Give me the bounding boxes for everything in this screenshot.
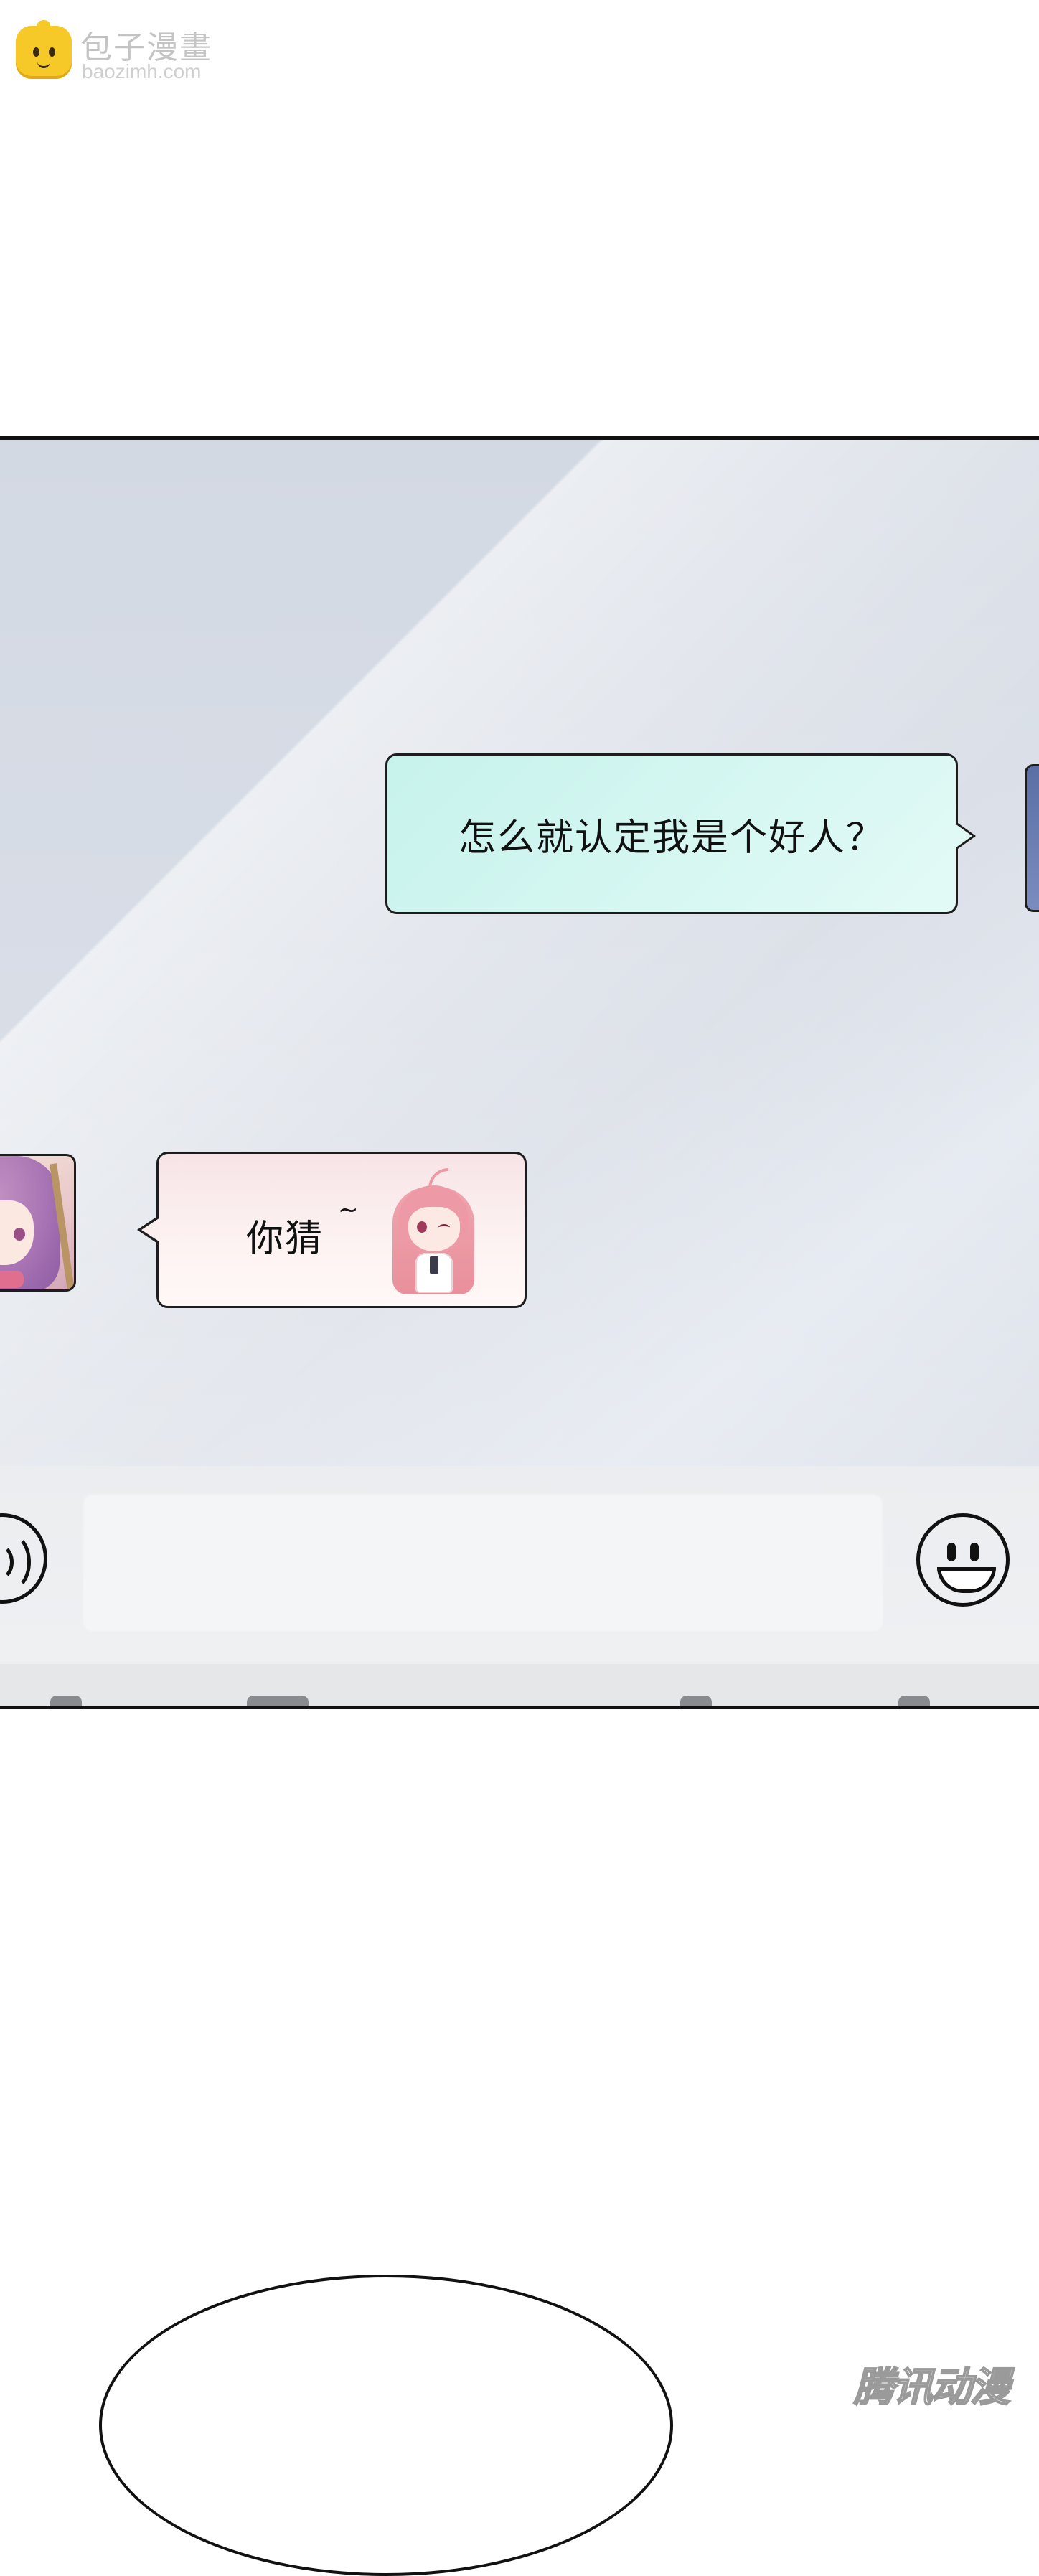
self-avatar[interactable] (1025, 764, 1039, 912)
bun-face-icon (16, 20, 72, 79)
voice-icon[interactable] (0, 1513, 47, 1604)
incoming-message-tilde: ~ (338, 1195, 359, 1224)
emoji-icon[interactable] (916, 1513, 1010, 1607)
chibi-wink-sticker (387, 1165, 480, 1299)
outgoing-message-text: 怎么就认定我是个好人？ (458, 816, 885, 860)
chat-panel: 怎么就认定我是个好人？ 你猜 ~ (0, 436, 1039, 1709)
speech-bubble-outline (99, 2275, 673, 2576)
message-input-bar (0, 1466, 1039, 1664)
site-logo: 包子漫畫 baozimh.com (16, 20, 231, 83)
keyboard-edge (0, 1664, 1039, 1706)
incoming-message-text: 你猜 (246, 1218, 324, 1261)
outgoing-message-bubble: 怎么就认定我是个好人？ (385, 753, 976, 914)
publisher-watermark: 腾讯动漫 (853, 2364, 1011, 2412)
logo-url: baozimh.com (82, 60, 202, 83)
incoming-message-bubble: 你猜 ~ (137, 1152, 527, 1308)
contact-avatar[interactable] (0, 1154, 76, 1292)
message-text-input[interactable] (85, 1496, 881, 1630)
